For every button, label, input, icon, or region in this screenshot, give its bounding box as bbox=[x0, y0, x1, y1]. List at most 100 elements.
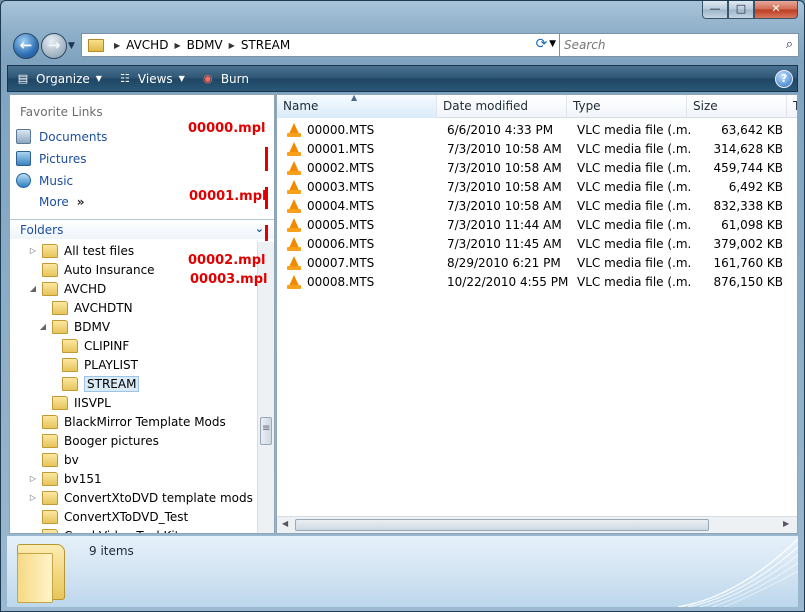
folder-tree-item[interactable]: ◢ AVCHD bbox=[28, 279, 106, 298]
chevron-down-icon[interactable]: ⌄ bbox=[255, 222, 264, 235]
file-list-scrollbar[interactable]: ◀ ▶ bbox=[277, 516, 797, 533]
folder-tree-item[interactable]: CLIPINF bbox=[48, 336, 129, 355]
forward-button[interactable]: → bbox=[41, 33, 67, 59]
file-row[interactable]: 00002.MTS 7/3/2010 10:58 AM VLC media file… bbox=[277, 158, 797, 177]
folder-icon bbox=[42, 262, 58, 277]
close-button[interactable]: ✕ bbox=[754, 1, 798, 19]
folder-icon bbox=[17, 544, 65, 603]
folder-tree-label: Booger pictures bbox=[64, 433, 159, 448]
expand-toggle-icon[interactable]: ▷ bbox=[28, 493, 38, 502]
folder-icon bbox=[52, 395, 68, 410]
folder-tree-item[interactable]: ConvertXToDVD_Test bbox=[28, 507, 188, 526]
folder-tree-item[interactable]: PLAYLIST bbox=[48, 355, 138, 374]
file-row[interactable]: 00008.MTS 10/22/2010 4:55 PM VLC media fil… bbox=[277, 272, 797, 291]
folder-tree-item[interactable]: BlackMirror Template Mods bbox=[28, 412, 226, 431]
scroll-right-icon[interactable]: ▶ bbox=[783, 519, 789, 528]
file-size: 379,002 KB bbox=[713, 236, 783, 251]
vlc-file-icon bbox=[287, 236, 301, 251]
favorite-link-documents[interactable]: Documents bbox=[16, 129, 107, 144]
file-size: 832,338 KB bbox=[713, 198, 783, 213]
file-type: VLC media file (.m... bbox=[577, 274, 691, 289]
scrollbar-thumb[interactable] bbox=[260, 417, 272, 445]
file-row[interactable]: 00006.MTS 7/3/2010 11:45 AM VLC media file… bbox=[277, 234, 797, 253]
recent-pages-dropdown[interactable]: ▼ bbox=[68, 41, 75, 51]
folder-tree-item[interactable]: AVCHDTN bbox=[38, 298, 133, 317]
burn-button[interactable]: ◉ Burn bbox=[193, 66, 257, 91]
folder-tree-item[interactable]: bv bbox=[28, 450, 79, 469]
folder-tree-item[interactable]: Auto Insurance bbox=[28, 260, 155, 279]
expand-toggle-icon[interactable]: ◢ bbox=[38, 322, 48, 331]
chevron-right-icon[interactable]: ▶ bbox=[229, 41, 235, 50]
minimize-button[interactable]: — bbox=[702, 1, 728, 19]
vlc-file-icon bbox=[287, 217, 301, 232]
column-header-name[interactable]: ▲ Name bbox=[277, 95, 437, 118]
file-name: 00008.MTS bbox=[307, 274, 375, 289]
folder-tree-label: PLAYLIST bbox=[84, 357, 138, 372]
music-icon bbox=[16, 173, 31, 188]
file-type: VLC media file (.m... bbox=[577, 236, 691, 251]
favorite-link-pictures[interactable]: Pictures bbox=[16, 151, 87, 166]
column-header-size[interactable]: Size bbox=[687, 95, 787, 118]
expand-toggle-icon[interactable]: ◢ bbox=[28, 284, 38, 293]
folder-icon bbox=[42, 509, 58, 524]
annotation-label: 00003.mpl bbox=[190, 272, 268, 287]
chevron-right-icon[interactable]: ▶ bbox=[114, 41, 120, 50]
file-row[interactable]: 00007.MTS 8/29/2010 6:21 PM VLC media file… bbox=[277, 253, 797, 272]
file-size: 6,492 KB bbox=[728, 179, 783, 194]
help-button[interactable]: ? bbox=[775, 70, 793, 88]
folder-tree-item[interactable]: ▷ bv151 bbox=[28, 469, 102, 488]
folders-header[interactable]: Folders ⌄ bbox=[10, 219, 274, 239]
folder-tree-item[interactable]: ◢ BDMV bbox=[38, 317, 110, 336]
folder-tree-label: All test files bbox=[64, 243, 135, 258]
folder-tree-item[interactable]: STREAM bbox=[48, 374, 140, 393]
folder-tree-label: BlackMirror Template Mods bbox=[64, 414, 226, 429]
vlc-file-icon bbox=[287, 179, 301, 194]
organize-button[interactable]: ▤ Organize ▼ bbox=[8, 66, 110, 91]
file-row[interactable]: 00003.MTS 7/3/2010 10:58 AM VLC media file… bbox=[277, 177, 797, 196]
column-header-tags[interactable]: T bbox=[787, 95, 797, 118]
search-input[interactable] bbox=[564, 35, 774, 55]
details-pane: 9 items bbox=[7, 535, 798, 607]
file-type: VLC media file (.m... bbox=[577, 217, 691, 232]
folder-tree-item[interactable]: Corel Video Tool Kit bbox=[28, 526, 179, 533]
chevron-right-icon[interactable]: ▶ bbox=[174, 41, 180, 50]
folder-tree-item[interactable]: Booger pictures bbox=[28, 431, 159, 450]
favorite-link-label: Music bbox=[39, 173, 74, 188]
maximize-button[interactable]: □ bbox=[728, 1, 754, 19]
expand-toggle-icon[interactable]: ▷ bbox=[28, 246, 38, 255]
file-row[interactable]: 00001.MTS 7/3/2010 10:58 AM VLC media file… bbox=[277, 139, 797, 158]
column-header-type[interactable]: Type bbox=[567, 95, 687, 118]
file-row[interactable]: 00005.MTS 7/3/2010 11:44 AM VLC media file… bbox=[277, 215, 797, 234]
file-row[interactable]: 00004.MTS 7/3/2010 10:58 AM VLC media file… bbox=[277, 196, 797, 215]
refresh-button[interactable]: ⟳ bbox=[529, 33, 554, 57]
favorite-link-music[interactable]: Music bbox=[16, 173, 73, 188]
favorite-link-more[interactable]: More » bbox=[39, 195, 85, 209]
folder-tree-item[interactable]: ▷ ConvertXtoDVD template mods bbox=[28, 488, 253, 507]
views-button[interactable]: ☷ Views ▼ bbox=[110, 66, 193, 91]
folder-icon bbox=[42, 243, 58, 258]
vlc-file-icon bbox=[287, 122, 301, 137]
file-date-modified: 7/3/2010 10:58 AM bbox=[447, 198, 562, 213]
breadcrumb-stream[interactable]: STREAM bbox=[241, 38, 290, 52]
back-button[interactable]: ← bbox=[13, 33, 39, 59]
favorite-link-label: More bbox=[39, 195, 69, 209]
column-header-date-modified[interactable]: Date modified bbox=[437, 95, 567, 118]
expand-toggle-icon[interactable]: ▷ bbox=[28, 474, 38, 483]
scrollbar-thumb[interactable] bbox=[295, 519, 709, 531]
vlc-file-icon bbox=[287, 274, 301, 289]
folder-tree-item[interactable]: ▷ All test files bbox=[28, 241, 134, 260]
file-row[interactable]: 00000.MTS 6/6/2010 4:33 PM VLC media file … bbox=[277, 120, 797, 139]
file-type: VLC media file (.m... bbox=[577, 255, 691, 270]
folder-tree-label: STREAM bbox=[84, 375, 140, 392]
file-name: 00002.MTS bbox=[307, 160, 375, 175]
scroll-left-icon[interactable]: ◀ bbox=[282, 519, 288, 528]
search-icon[interactable]: ⌕ bbox=[786, 37, 793, 52]
breadcrumb-avchd[interactable]: AVCHD bbox=[126, 38, 168, 52]
folder-tree-item[interactable]: IISVPL bbox=[38, 393, 111, 412]
folder-icon bbox=[42, 528, 58, 533]
chevron-down-icon: ▼ bbox=[95, 74, 102, 83]
file-size: 459,744 KB bbox=[713, 160, 783, 175]
breadcrumb-bdmv[interactable]: BDMV bbox=[187, 38, 223, 52]
folder-icon bbox=[52, 319, 68, 334]
address-bar[interactable]: ▶ AVCHD ▶ BDMV ▶ STREAM ▼ bbox=[81, 33, 561, 57]
